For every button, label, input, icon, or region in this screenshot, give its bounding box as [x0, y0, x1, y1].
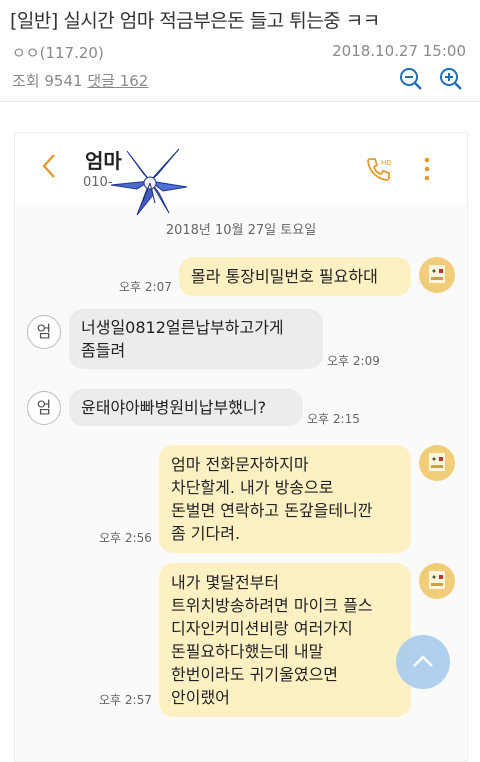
call-icon[interactable]: HD [365, 155, 393, 183]
message-time: 오후 2:57 [99, 693, 152, 707]
message-bubble-sent[interactable]: 엄마 전화문자하지마 차단할게. 내가 방송으로 돈벌면 연락하고 돈갚을테니깐… [159, 445, 411, 553]
date-separator: 2018년 10월 27일 토요일 [165, 223, 317, 238]
chevron-up-icon [413, 655, 433, 667]
user-avatar [419, 445, 455, 481]
message-bubble-sent[interactable]: 내가 몇달전부터 트위치방송하려면 마이크 플스 디자인커미션비랑 여러가지 돈… [159, 563, 411, 717]
more-vertical-icon[interactable] [419, 155, 435, 183]
back-icon[interactable] [39, 151, 59, 181]
message-bubble-received[interactable]: 너생일0812얼른납부하고가게 좀들려 [69, 309, 323, 369]
chat-header: 엄마 010- HD [15, 133, 467, 216]
scroll-to-top-button[interactable] [396, 635, 450, 689]
header-divider [0, 101, 480, 102]
message-time: 오후 2:09 [327, 354, 380, 368]
message-bubble-sent[interactable]: 몰라 통장비밀번호 필요하대 [179, 257, 411, 296]
zoom-in-icon[interactable] [438, 66, 464, 92]
post-stats: 조회 9541 댓글 162 [12, 70, 148, 91]
lily-flower-icon [110, 148, 188, 216]
message-time: 오후 2:56 [99, 531, 152, 545]
svg-text:HD: HD [381, 159, 392, 167]
view-count: 조회 9541 [12, 72, 83, 90]
comment-count[interactable]: 댓글 162 [87, 72, 148, 90]
post-date: 2018.10.27 15:00 [332, 42, 466, 60]
user-avatar [419, 563, 455, 599]
message-time: 오후 2:15 [307, 412, 360, 426]
post-title: [일반] 실시간 엄마 적금부은돈 들고 튀는중 ㅋㅋ [10, 10, 380, 32]
contact-avatar: 엄 [27, 315, 61, 349]
user-avatar [419, 257, 455, 293]
message-bubble-received[interactable]: 윤태야아빠병원비납부했니? [69, 389, 303, 426]
zoom-out-icon[interactable] [398, 66, 424, 92]
post-author[interactable]: ㅇㅇ(117.20) [12, 42, 104, 63]
message-time: 오후 2:07 [119, 280, 172, 294]
contact-avatar: 엄 [27, 391, 61, 425]
